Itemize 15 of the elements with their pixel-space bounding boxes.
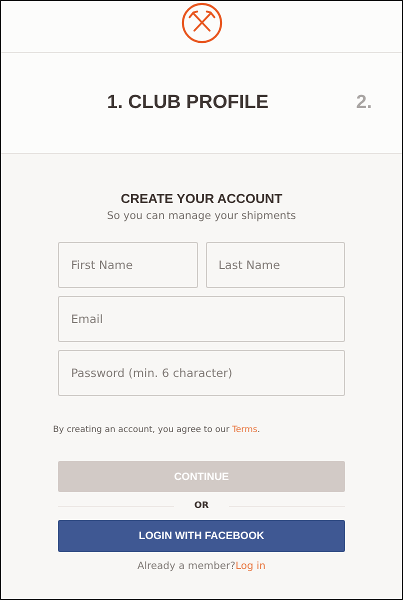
login-link[interactable]: Log in: [235, 561, 266, 572]
form-subtitle: So you can manage your shipments: [106, 210, 296, 222]
member-text: Already a member?Log in: [137, 561, 266, 572]
input-field[interactable]: First Name: [58, 242, 198, 288]
input-field[interactable]: Email: [58, 296, 345, 342]
step-label[interactable]: 1. CLUB PROFILE: [107, 92, 269, 114]
input-field[interactable]: Last Name: [206, 242, 345, 288]
facebook-login-button[interactable]: LOGIN WITH FACEBOOK: [58, 520, 345, 552]
step-label[interactable]: 2.: [356, 92, 372, 114]
input-field[interactable]: Password (min. 6 character): [58, 350, 345, 396]
or-divider-text: OR: [193, 501, 210, 511]
form-title: CREATE YOUR ACCOUNT: [120, 191, 282, 206]
crossed-hammers-logo-icon[interactable]: [180, 2, 222, 44]
terms-text: By creating an account, you agree to our Terms.: [53, 425, 260, 435]
terms-link[interactable]: Terms: [232, 425, 258, 435]
